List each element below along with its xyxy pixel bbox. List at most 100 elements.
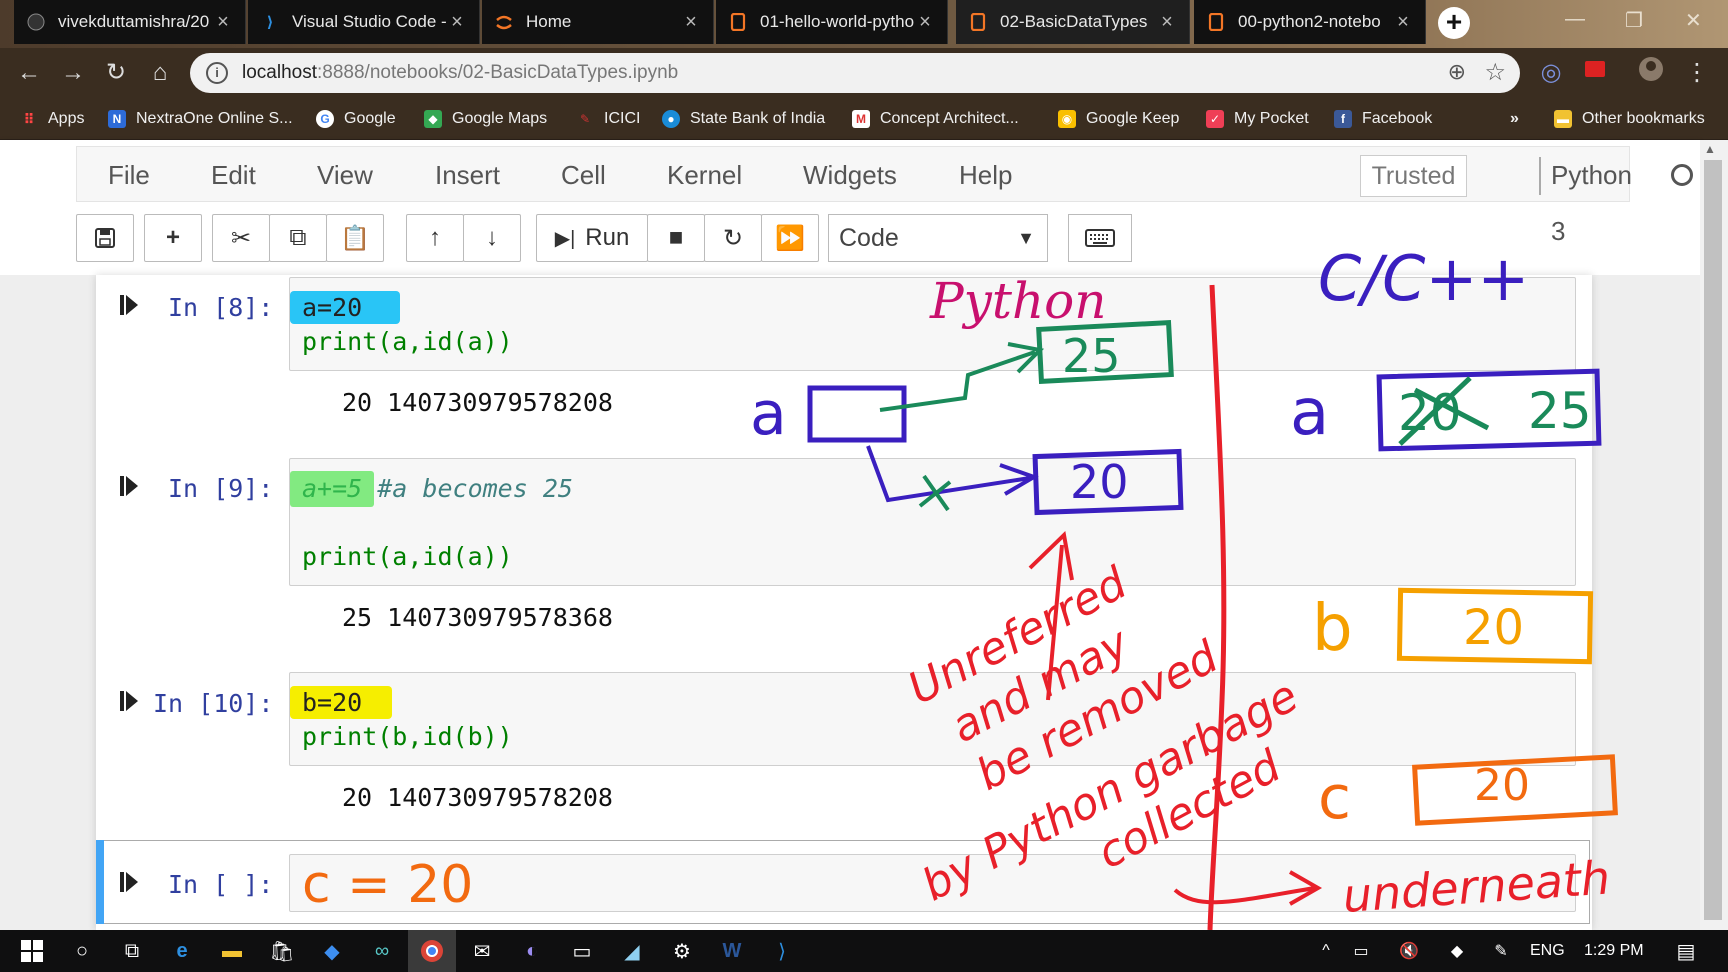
zoom-icon[interactable]: ⊕ xyxy=(1448,59,1466,85)
restart-run-all-icon[interactable]: ⏩ xyxy=(761,214,819,262)
add-cell-icon[interactable]: + xyxy=(144,214,202,262)
menu-help[interactable]: Help xyxy=(959,147,1012,203)
extension-red-icon[interactable] xyxy=(1578,56,1612,90)
browser-tab-basicdatatypes[interactable]: 02-BasicDataTypes × xyxy=(956,0,1190,44)
scroll-up-icon[interactable]: ▲ xyxy=(1704,142,1716,156)
bookmark-google-keep[interactable]: ◉ Google Keep xyxy=(1058,98,1179,140)
browser-tab-vscode[interactable]: ⟩ Visual Studio Code - × xyxy=(248,0,480,44)
code-cell-input[interactable] xyxy=(289,672,1576,766)
move-down-icon[interactable]: ↓ xyxy=(463,214,521,262)
tray-dropbox-icon[interactable]: ◆ xyxy=(1440,930,1474,972)
infinity-icon[interactable]: ∞ xyxy=(360,930,404,972)
bookmark-google[interactable]: G Google xyxy=(316,98,396,140)
code-line[interactable]: print(a,id(a)) xyxy=(302,542,513,571)
copy-icon[interactable]: ⧉ xyxy=(269,214,327,262)
window-close-icon[interactable]: ✕ xyxy=(1685,8,1702,33)
trusted-badge[interactable]: Trusted xyxy=(1360,155,1467,197)
clock[interactable]: 1:29 PM xyxy=(1584,930,1644,972)
notifications-icon[interactable]: ▤ xyxy=(1668,930,1704,972)
menu-file[interactable]: File xyxy=(108,147,150,203)
minimize-icon[interactable]: — xyxy=(1565,8,1585,31)
close-icon[interactable]: × xyxy=(1157,11,1177,34)
scrollbar-thumb[interactable] xyxy=(1704,160,1722,920)
chrome-icon[interactable] xyxy=(408,930,456,972)
cut-icon[interactable]: ✂ xyxy=(212,214,270,262)
bookmark-google-maps[interactable]: ◆ Google Maps xyxy=(424,98,547,140)
stop-icon[interactable]: ■ xyxy=(647,214,705,262)
bookmark-concept-architect[interactable]: M Concept Architect... xyxy=(852,98,1019,140)
close-icon[interactable]: × xyxy=(915,11,935,34)
code-line[interactable]: a=20 xyxy=(290,291,401,324)
menu-kernel[interactable]: Kernel xyxy=(667,147,742,203)
run-cell-icon[interactable] xyxy=(120,474,140,498)
keyboard-shortcuts-icon[interactable] xyxy=(1068,214,1132,262)
code-line[interactable]: print(a,id(a)) xyxy=(302,327,513,356)
move-up-icon[interactable]: ↑ xyxy=(406,214,464,262)
menu-edit[interactable]: Edit xyxy=(211,147,256,203)
address-bar[interactable]: i localhost:8888/notebooks/02-BasicDataT… xyxy=(190,53,1520,93)
bookmarks-overflow[interactable]: » xyxy=(1510,98,1519,140)
code-cell-input[interactable] xyxy=(289,277,1576,371)
menu-insert[interactable]: Insert xyxy=(435,147,500,203)
close-icon[interactable]: × xyxy=(681,11,701,34)
battery-icon[interactable]: ▭ xyxy=(1344,930,1378,972)
settings-gear-icon[interactable]: ⚙ xyxy=(660,930,704,972)
run-cell-icon[interactable] xyxy=(120,689,140,713)
kernel-name[interactable]: Python 3 xyxy=(1551,147,1632,246)
home-icon[interactable]: ⌂ xyxy=(143,56,177,90)
word-icon[interactable]: W xyxy=(710,930,754,972)
run-cell-icon[interactable] xyxy=(120,870,140,894)
browser-tab-hello-world[interactable]: 01-hello-world-pytho × xyxy=(716,0,948,44)
menu-widgets[interactable]: Widgets xyxy=(803,147,897,203)
store-icon[interactable]: 🛍 xyxy=(260,930,304,972)
extension-icon[interactable]: ◎ xyxy=(1534,56,1568,90)
pen-icon[interactable]: ✎ xyxy=(1484,930,1518,972)
close-icon[interactable]: × xyxy=(447,11,467,34)
browser-tab-home[interactable]: Home × xyxy=(482,0,714,44)
back-icon[interactable]: ← xyxy=(12,56,46,90)
cell-type-select[interactable]: Code ▼ xyxy=(828,214,1048,262)
forward-icon[interactable]: → xyxy=(56,56,90,90)
code-line[interactable]: print(b,id(b)) xyxy=(302,722,513,751)
cortana-icon[interactable]: ○ xyxy=(60,930,104,972)
close-icon[interactable]: × xyxy=(1393,11,1413,34)
windows-start-icon[interactable] xyxy=(10,930,54,972)
task-view-icon[interactable]: ⧉ xyxy=(110,930,154,972)
menu-view[interactable]: View xyxy=(317,147,373,203)
whiteboard-icon[interactable]: ◢ xyxy=(610,930,654,972)
bookmark-other[interactable]: ▬ Other bookmarks xyxy=(1554,98,1705,140)
volume-muted-icon[interactable]: 🔇 xyxy=(1392,930,1426,972)
tray-chevron-up-icon[interactable]: ^ xyxy=(1312,930,1340,972)
new-tab-button[interactable]: + xyxy=(1438,7,1470,39)
browser-tab-python2[interactable]: 00-python2-notebo × xyxy=(1194,0,1426,44)
mail-icon[interactable]: ✉ xyxy=(460,930,504,972)
bookmark-star-icon[interactable]: ☆ xyxy=(1484,58,1506,87)
run-cell-icon[interactable] xyxy=(120,293,140,317)
bookmark-nextraone[interactable]: N NextraOne Online S... xyxy=(108,98,293,140)
dropbox-icon[interactable]: ◆ xyxy=(310,930,354,972)
reload-icon[interactable]: ↻ xyxy=(99,56,133,90)
bookmark-facebook[interactable]: f Facebook xyxy=(1334,98,1432,140)
bookmark-sbi[interactable]: ● State Bank of India xyxy=(662,98,825,140)
vscode-taskbar-icon[interactable]: ⟩ xyxy=(760,930,804,972)
info-icon[interactable]: i xyxy=(206,62,228,84)
bookmark-apps[interactable]: ⠿ Apps xyxy=(20,98,85,140)
bookmark-icici[interactable]: ✎ ICICI xyxy=(576,98,640,140)
file-explorer-icon[interactable]: ▬ xyxy=(210,930,254,972)
code-cell-input[interactable] xyxy=(289,854,1576,912)
menu-cell[interactable]: Cell xyxy=(561,147,606,203)
restart-icon[interactable]: ↻ xyxy=(704,214,762,262)
edge-icon[interactable]: e xyxy=(160,930,204,972)
save-icon[interactable] xyxy=(76,214,134,262)
avatar[interactable] xyxy=(1634,56,1668,90)
terminal-icon[interactable]: ▭ xyxy=(560,930,604,972)
restore-icon[interactable]: ❐ xyxy=(1625,8,1643,33)
language-indicator[interactable]: ENG xyxy=(1530,930,1565,972)
run-button[interactable]: ▶| Run xyxy=(536,214,648,262)
eclipse-icon[interactable]: ◐ xyxy=(510,930,554,972)
bookmark-my-pocket[interactable]: ✓ My Pocket xyxy=(1206,98,1309,140)
close-icon[interactable]: × xyxy=(213,11,233,34)
menu-dots-icon[interactable]: ⋮ xyxy=(1680,56,1714,90)
paste-icon[interactable]: 📋 xyxy=(326,214,384,262)
code-line[interactable]: b=20 xyxy=(290,686,393,719)
